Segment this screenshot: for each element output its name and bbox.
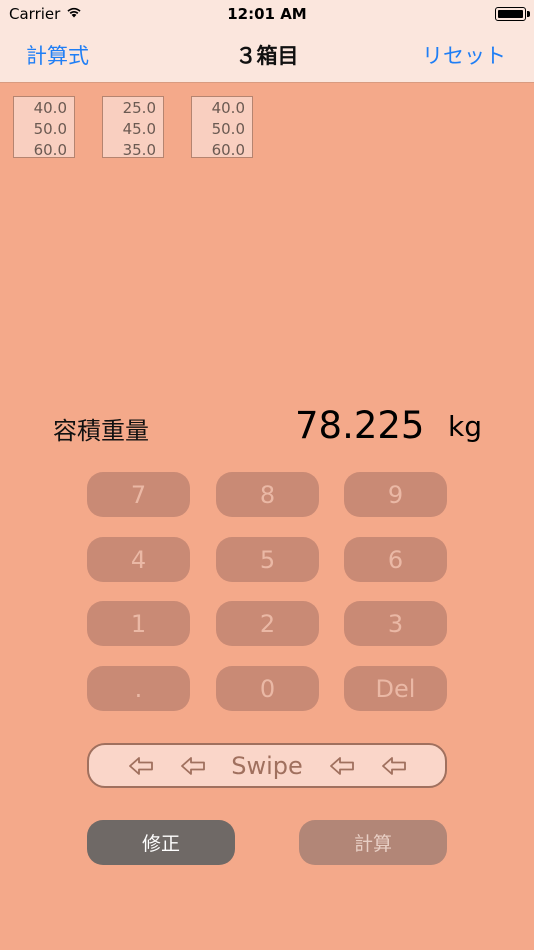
key-9[interactable]: 9 (344, 472, 447, 517)
status-bar: Carrier 12:01 AM (0, 0, 534, 28)
key-8[interactable]: 8 (216, 472, 319, 517)
left-arrow-icon (330, 757, 354, 775)
reset-button[interactable]: リセット (422, 40, 506, 70)
box-card-1[interactable]: 40.0 50.0 60.0 (13, 96, 75, 159)
battery-icon (495, 7, 530, 21)
key-6[interactable]: 6 (344, 537, 447, 582)
key-decimal[interactable]: . (87, 666, 190, 711)
box-dimension: 60.0 (33, 141, 67, 159)
box-card-3[interactable]: 40.0 50.0 60.0 (191, 96, 253, 159)
volumetric-weight-label: 容積重量 (53, 417, 149, 445)
box-dimension: 35.0 (122, 141, 156, 159)
box-card-2[interactable]: 25.0 45.0 35.0 (102, 96, 164, 159)
clock: 12:01 AM (227, 5, 307, 23)
edit-button[interactable]: 修正 (87, 820, 235, 865)
box-dimension: 40.0 (33, 99, 67, 117)
key-5[interactable]: 5 (216, 537, 319, 582)
key-0[interactable]: 0 (216, 666, 319, 711)
navigation-bar: 計算式 ３箱目 リセット (0, 28, 534, 83)
key-1[interactable]: 1 (87, 601, 190, 646)
calculate-button[interactable]: 計算 (299, 820, 447, 865)
swipe-bar[interactable]: Swipe (87, 743, 447, 788)
box-dimension: 25.0 (122, 99, 156, 117)
box-dimension: 50.0 (211, 120, 245, 138)
key-4[interactable]: 4 (87, 537, 190, 582)
left-arrow-icon (382, 757, 406, 775)
box-dimension: 40.0 (211, 99, 245, 117)
box-dimension: 60.0 (211, 141, 245, 159)
key-delete[interactable]: Del (344, 666, 447, 711)
key-3[interactable]: 3 (344, 601, 447, 646)
box-dimension: 45.0 (122, 120, 156, 138)
box-dimension: 50.0 (33, 120, 67, 138)
key-2[interactable]: 2 (216, 601, 319, 646)
volumetric-weight-value: 78.225 (295, 404, 425, 447)
weight-unit-label: kg (448, 410, 482, 443)
key-7[interactable]: 7 (87, 472, 190, 517)
